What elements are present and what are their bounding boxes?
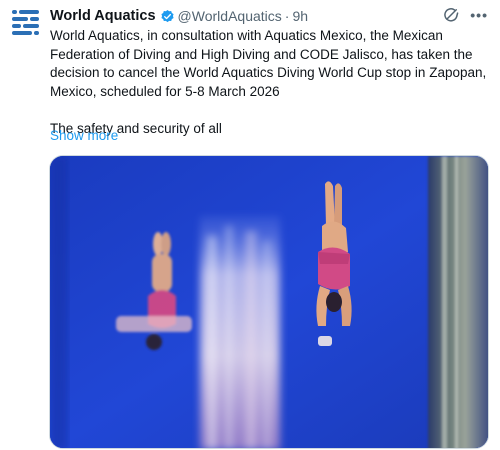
- author-handle[interactable]: @WorldAquatics: [178, 8, 282, 24]
- avatar[interactable]: [10, 7, 42, 39]
- verified-badge-icon: [160, 9, 175, 24]
- tweet-header: World Aquatics @WorldAquatics · 9h: [50, 6, 308, 26]
- world-aquatics-logo-icon: [12, 10, 39, 35]
- show-more-link[interactable]: Show more: [50, 128, 118, 143]
- tweet-text: World Aquatics, in consultation with Aqu…: [50, 27, 490, 139]
- tweet-card[interactable]: World Aquatics @WorldAquatics · 9h ••• W…: [0, 0, 500, 450]
- separator-dot: ·: [284, 8, 290, 24]
- more-icon[interactable]: •••: [470, 6, 488, 24]
- author-name[interactable]: World Aquatics: [50, 8, 156, 24]
- tweet-paragraph: World Aquatics, in consultation with Aqu…: [50, 28, 487, 99]
- tweet-image[interactable]: [49, 155, 489, 449]
- grok-icon[interactable]: [442, 6, 460, 24]
- tweet-actions: •••: [442, 6, 488, 24]
- divers-photo: [50, 156, 488, 448]
- post-time[interactable]: 9h: [292, 8, 308, 24]
